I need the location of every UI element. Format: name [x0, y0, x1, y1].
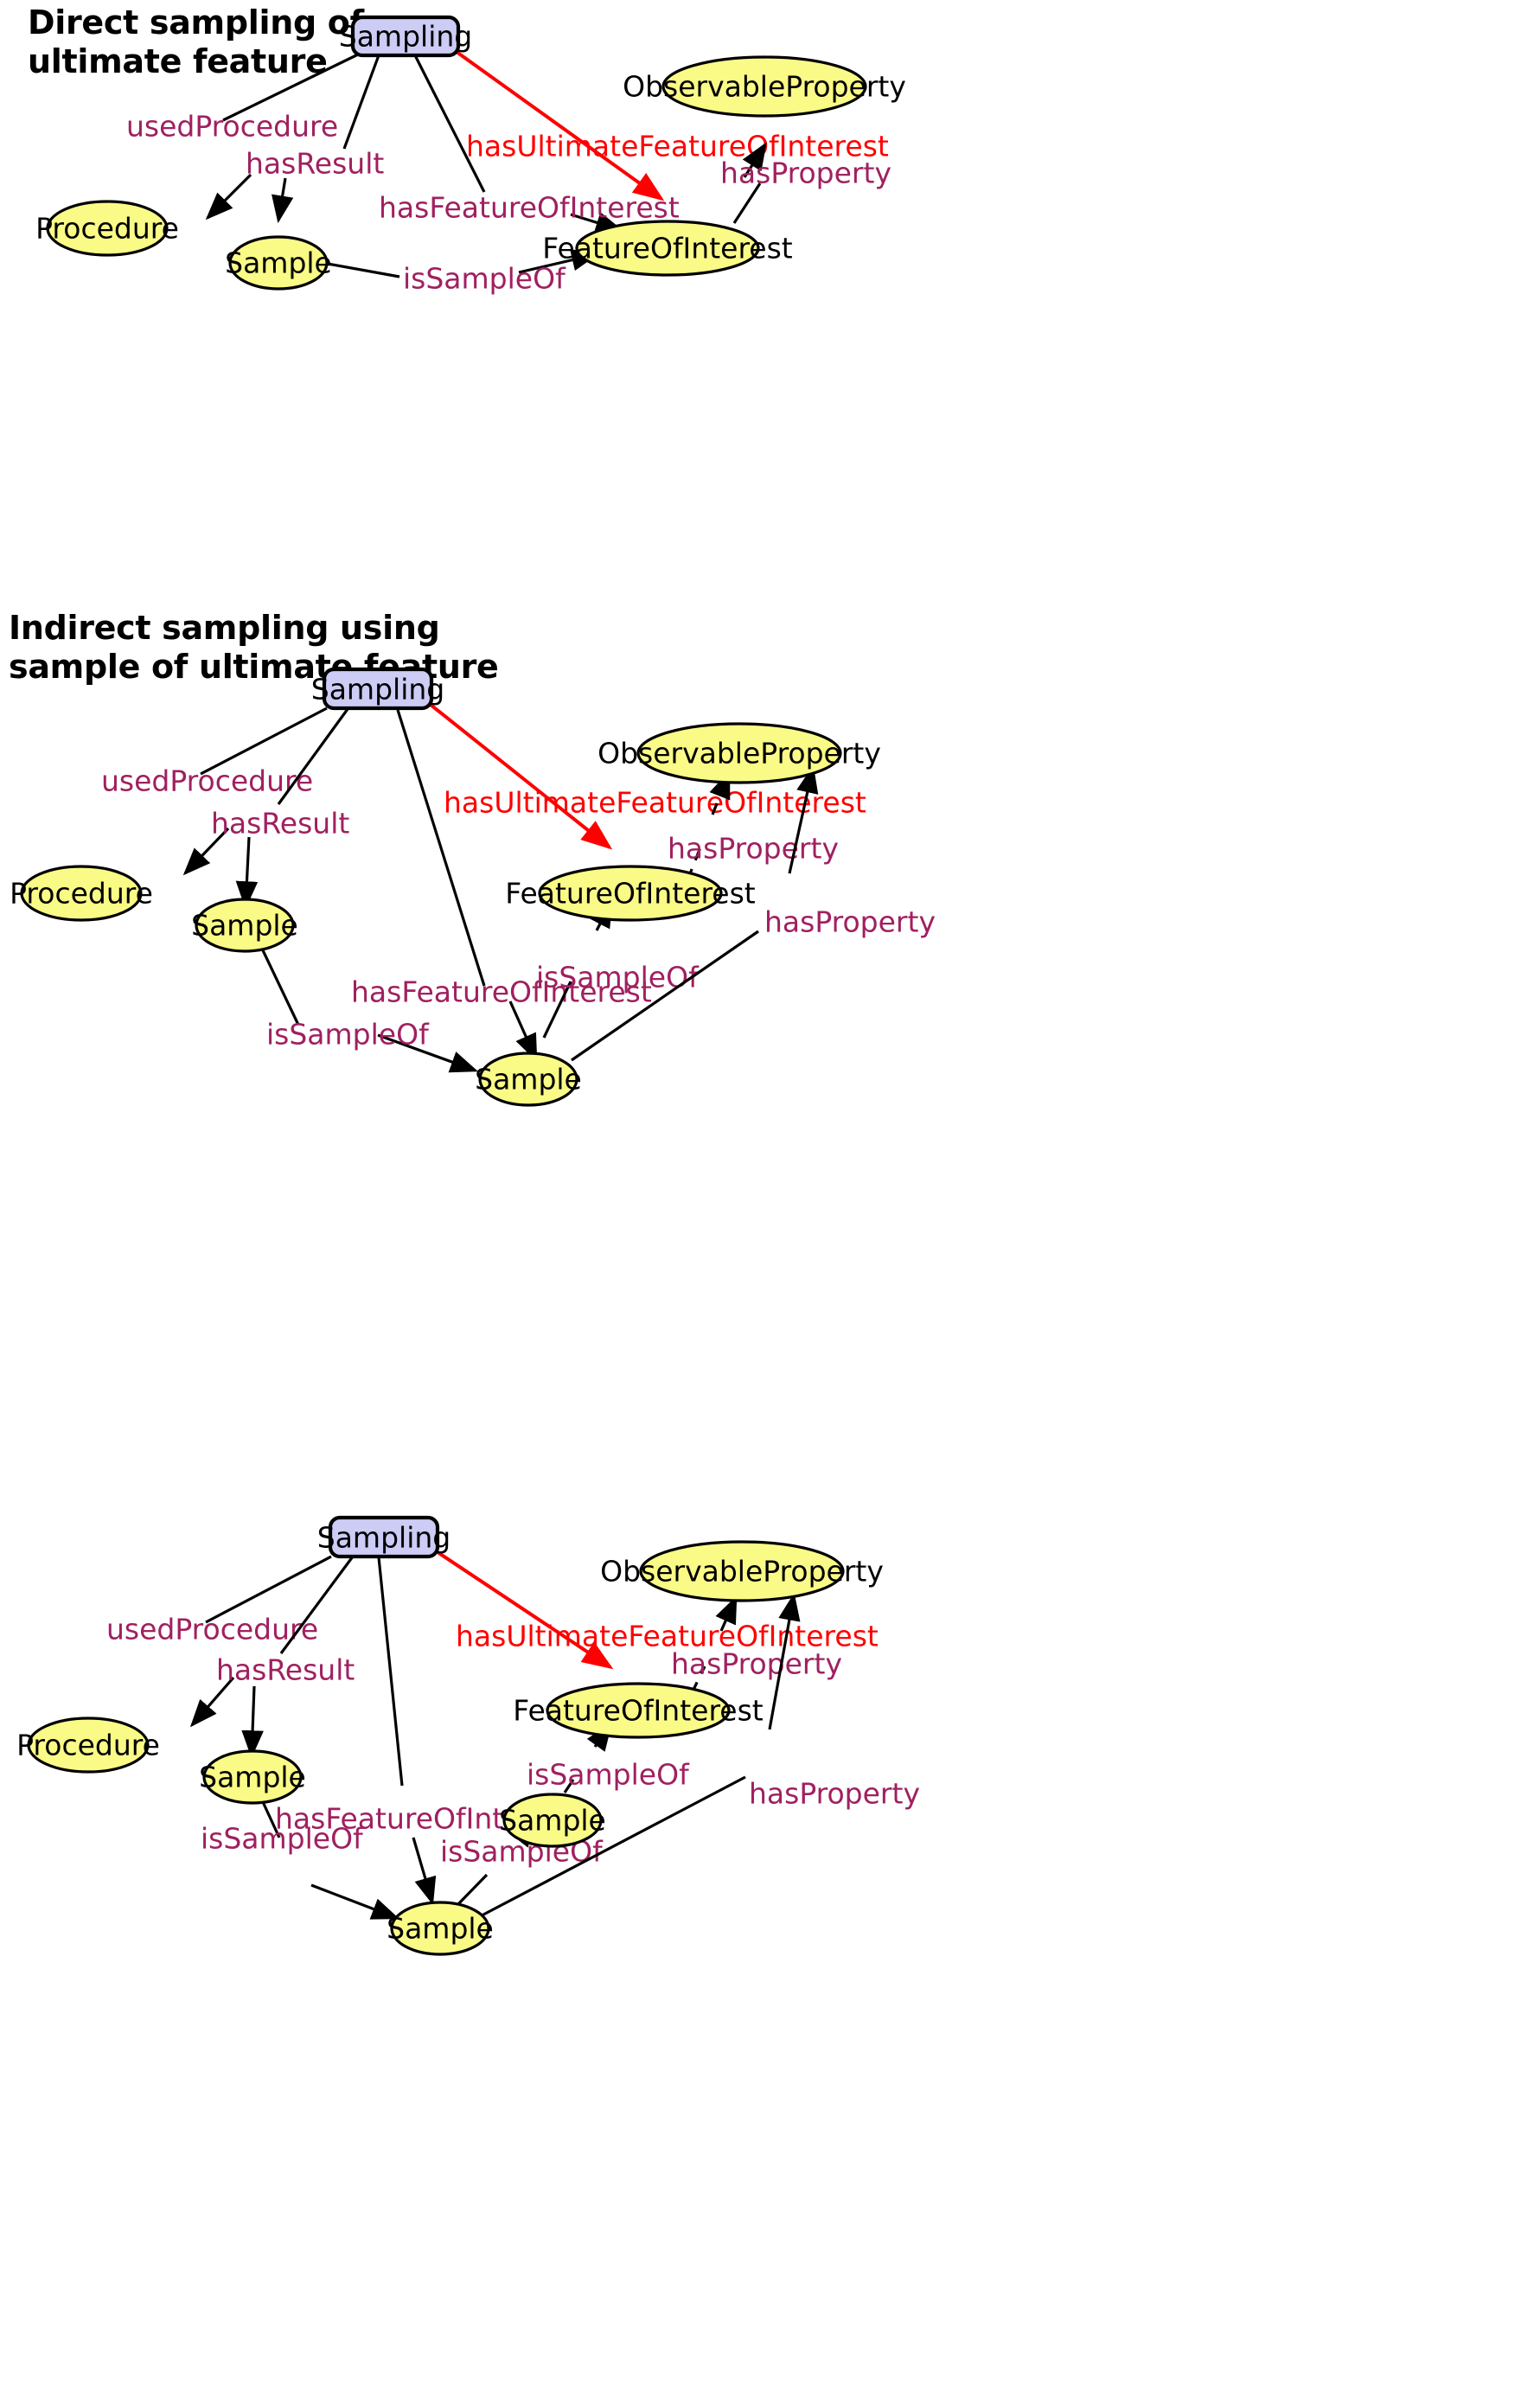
node-sample-foi[interactable]: Sample	[387, 1901, 494, 1956]
node-label-feature-of-interest: FeatureOfInterest	[513, 1694, 764, 1728]
node-observable-property[interactable]: ObservableProperty	[623, 55, 906, 118]
edge-label-hasProperty-1: hasProperty	[671, 1647, 842, 1681]
panel-indirect-sampling-chain: usedProcedure hasResult hasFeatureOfInte…	[0, 1470, 1540, 2391]
edge-label-hasProperty-2: hasProperty	[764, 905, 936, 939]
node-sample[interactable]: Sample	[225, 235, 332, 291]
edge-label-hasProperty-2: hasProperty	[749, 1777, 920, 1811]
node-label-feature-of-interest: FeatureOfInterest	[505, 877, 756, 911]
node-label-sample-result: Sample	[191, 909, 298, 943]
node-label-observable-property: ObservableProperty	[600, 1555, 884, 1589]
edge-label-hasFeatureOfInterest: hasFeatureOfInterest	[379, 191, 680, 225]
graph-indirect-sampling: usedProcedure hasResult hasFeatureOfInte…	[10, 667, 936, 1107]
edge-label-isSampleOf-3: isSampleOf	[527, 1758, 690, 1792]
graph-indirect-sampling-chain: usedProcedure hasResult hasFeatureOfInte…	[16, 1515, 920, 1956]
edge-hasResult: hasResult	[211, 708, 349, 910]
node-feature-of-interest[interactable]: FeatureOfInterest	[513, 1682, 764, 1739]
node-label-procedure: Procedure	[35, 212, 179, 246]
node-observable-property[interactable]: ObservableProperty	[600, 1540, 884, 1602]
node-sample-foi[interactable]: Sample	[475, 1052, 582, 1107]
node-label-feature-of-interest: FeatureOfInterest	[542, 232, 793, 265]
node-procedure[interactable]: Procedure	[10, 865, 153, 922]
node-feature-of-interest[interactable]: FeatureOfInterest	[542, 220, 793, 277]
edge-label-hasResult: hasResult	[216, 1653, 355, 1687]
node-procedure[interactable]: Procedure	[35, 200, 179, 257]
edge-label-usedProcedure: usedProcedure	[106, 1613, 318, 1646]
node-feature-of-interest[interactable]: FeatureOfInterest	[505, 865, 756, 922]
graph-direct-sampling: usedProcedure hasResult hasFeatureOfInte…	[35, 15, 906, 296]
edge-label-hasProperty-1: hasProperty	[668, 832, 839, 866]
edge-label-hasResult: hasResult	[211, 807, 349, 841]
node-label-observable-property: ObservableProperty	[623, 70, 906, 104]
node-sampling[interactable]: Sampling	[311, 667, 444, 711]
edge-label-isSampleOf-1: isSampleOf	[201, 1822, 364, 1856]
node-label-sampling: Sampling	[317, 1521, 450, 1555]
edge-label-usedProcedure: usedProcedure	[101, 764, 313, 798]
edge-label-hasProperty: hasProperty	[720, 157, 891, 190]
node-sampling[interactable]: Sampling	[339, 15, 472, 58]
node-label-sample: Sample	[225, 246, 332, 280]
node-label-sampling: Sampling	[311, 673, 444, 706]
edge-hasProperty: hasProperty	[720, 142, 891, 224]
edge-usedProcedure: usedProcedure	[106, 1555, 332, 1728]
edge-label-isSampleOf: isSampleOf	[403, 262, 566, 296]
edge-isSampleOf-sample2-foi: isSampleOf	[536, 899, 700, 1039]
edge-usedProcedure: usedProcedure	[126, 53, 359, 221]
node-sample-result[interactable]: Sample	[199, 1749, 306, 1805]
node-label-sample-intermediate: Sample	[499, 1804, 606, 1838]
node-sample-result[interactable]: Sample	[191, 898, 298, 953]
node-label-procedure: Procedure	[10, 877, 153, 911]
edge-usedProcedure: usedProcedure	[101, 706, 328, 876]
edge-label-isSampleOf-1: isSampleOf	[266, 1018, 430, 1052]
node-label-sample-foi: Sample	[387, 1912, 494, 1946]
panel-indirect-sampling: Indirect sampling using sample of ultimat…	[0, 588, 1540, 1461]
node-label-procedure: Procedure	[16, 1729, 160, 1762]
node-label-sampling: Sampling	[339, 20, 472, 54]
node-label-observable-property: ObservableProperty	[597, 737, 881, 770]
edge-label-hasResult: hasResult	[246, 147, 384, 181]
node-label-sample-result: Sample	[199, 1761, 306, 1794]
node-sampling[interactable]: Sampling	[317, 1515, 450, 1559]
node-procedure[interactable]: Procedure	[16, 1717, 160, 1774]
edge-label-usedProcedure: usedProcedure	[126, 110, 338, 144]
node-label-sample-foi: Sample	[475, 1063, 582, 1096]
node-observable-property[interactable]: ObservableProperty	[597, 722, 881, 784]
edge-hasResult: hasResult	[216, 1556, 355, 1759]
panel-direct-sampling: Direct sampling of ultimate feature usedP…	[0, 0, 1540, 571]
